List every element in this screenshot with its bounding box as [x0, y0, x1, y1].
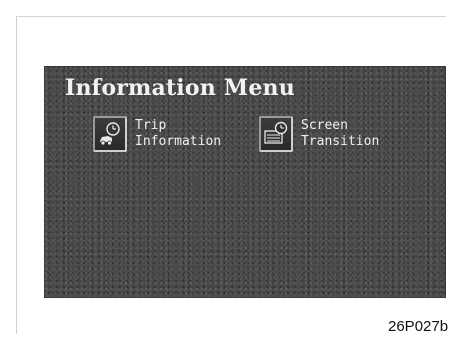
figure-code: 26P027b — [388, 318, 449, 335]
screen-transition-label-line1: Screen — [301, 118, 348, 133]
information-menu-screen: Information Menu Trip Information Screen… — [44, 66, 446, 298]
trip-information-button[interactable]: Trip Information — [93, 113, 221, 155]
screen-clock-icon — [259, 116, 293, 152]
car-clock-icon — [93, 116, 127, 152]
screen-transition-label-line2: Transition — [301, 134, 380, 149]
trip-information-label-line1: Trip — [135, 118, 167, 133]
screen-transition-button[interactable]: Screen Transition — [259, 113, 379, 155]
screen-transition-label: Screen Transition — [301, 118, 379, 150]
menu-title: Information Menu — [65, 75, 295, 101]
trip-information-label-line2: Information — [135, 134, 222, 149]
trip-information-label: Trip Information — [135, 118, 221, 150]
